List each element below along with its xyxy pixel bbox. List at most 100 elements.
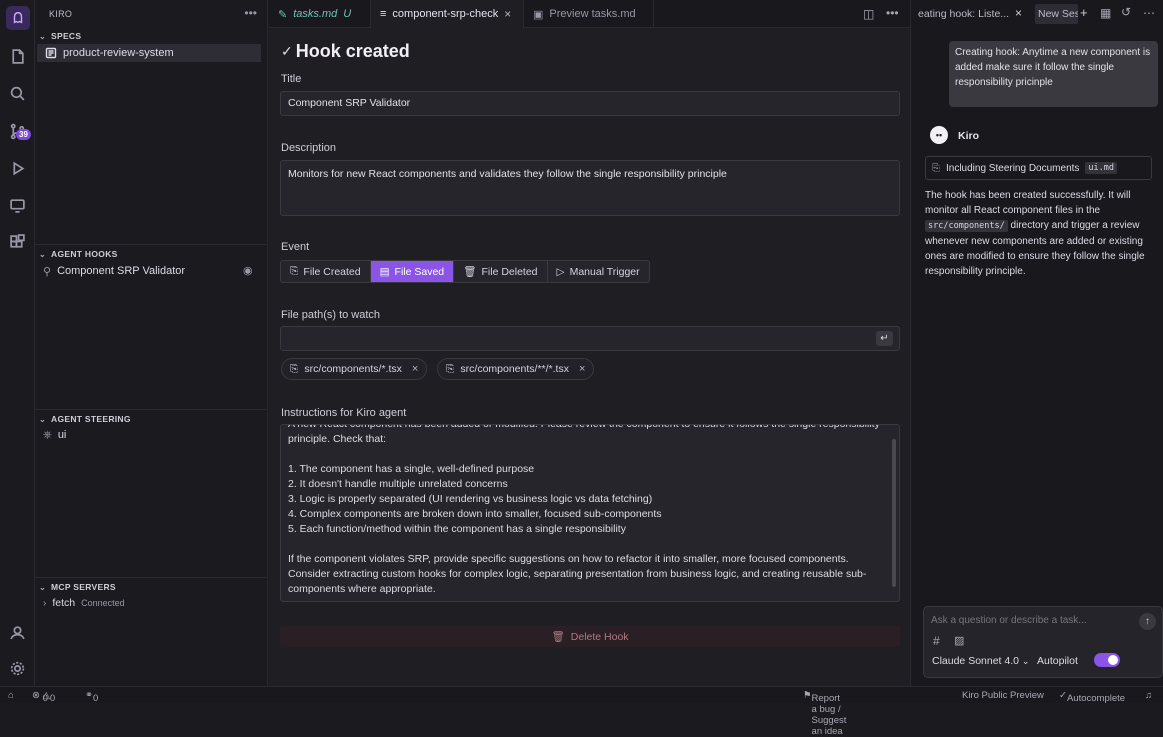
error-count: 0 bbox=[42, 693, 48, 704]
file-watch-icon: ⎘ bbox=[446, 362, 455, 375]
chat-input[interactable]: Ask a question or describe a task... bbox=[931, 615, 1087, 626]
sidebar-item-mcp-fetch[interactable]: › fetch Connected bbox=[43, 594, 125, 612]
autocomplete-indicator[interactable]: ✓ Autocomplete bbox=[1059, 690, 1125, 704]
errors-indicator[interactable]: ⊗ 0 △ 0 bbox=[32, 690, 55, 704]
model-name: Claude Sonnet 4.0 bbox=[932, 655, 1019, 667]
path-input[interactable] bbox=[280, 326, 900, 351]
steering-documents-pill[interactable]: ⎘ Including Steering Documents ui.md bbox=[925, 156, 1152, 180]
extensions-icon[interactable] bbox=[0, 228, 35, 256]
search-icon[interactable] bbox=[0, 79, 35, 107]
eye-icon[interactable]: ◉ bbox=[243, 264, 253, 277]
sidebar-item-hook[interactable]: ⚲ Component SRP Validator bbox=[43, 262, 185, 280]
instructions-line: 1. The component has a single, well-defi… bbox=[288, 463, 535, 475]
report-bug-link[interactable]: ⚑ Report a bug / Suggest an idea bbox=[803, 690, 846, 737]
settings-gear-icon[interactable] bbox=[0, 654, 35, 682]
hash-context-icon[interactable]: # bbox=[933, 634, 940, 648]
agent-name: Kiro bbox=[958, 130, 979, 142]
agent-reply: The hook has been created successfully. … bbox=[925, 188, 1157, 279]
file-deleted-button[interactable]: 🗑 File Deleted bbox=[454, 261, 548, 282]
reply-code: src/components/ bbox=[925, 220, 1008, 232]
mcp-server-status: Connected bbox=[81, 598, 125, 608]
hook-file-icon: ≡ bbox=[380, 8, 387, 20]
preview-icon: ▣ bbox=[533, 8, 544, 21]
hook-icon: ⚲ bbox=[43, 265, 52, 278]
explorer-icon[interactable] bbox=[0, 42, 35, 70]
manual-trigger-button[interactable]: ▷ Manual Trigger bbox=[548, 261, 649, 282]
page-title: ✓ Hook created bbox=[281, 41, 410, 62]
enter-key-icon[interactable]: ↵ bbox=[876, 331, 893, 346]
activity-bar: 39 bbox=[0, 0, 35, 686]
split-editor-icon[interactable]: ◫ bbox=[863, 7, 874, 21]
tab-component-srp-check[interactable]: ≡ component-srp-check × bbox=[371, 0, 524, 28]
event-label-text: File Created bbox=[303, 265, 361, 278]
mcp-servers-section-header[interactable]: ⌄ MCP SERVERS bbox=[39, 582, 116, 592]
trash-icon: 🗑 bbox=[463, 266, 477, 278]
status-bar: ⌂ ⊗ 0 △ 0 ⚭ 0 ⚑ Report a bug / Suggest a… bbox=[0, 686, 1163, 737]
tab-tasks-md[interactable]: ✎ tasks.md U bbox=[269, 0, 371, 28]
sidebar-item-label: ui bbox=[57, 429, 67, 441]
more-actions-icon[interactable]: ••• bbox=[886, 6, 899, 20]
kiro-logo-icon[interactable] bbox=[0, 4, 35, 32]
run-debug-icon[interactable] bbox=[0, 154, 35, 182]
file-saved-button[interactable]: ▤ File Saved bbox=[370, 261, 455, 282]
tab-label: Preview tasks.md bbox=[549, 8, 636, 20]
specs-section-header[interactable]: ⌄ SPECS bbox=[39, 31, 81, 41]
chevron-down-icon: ⌄ bbox=[39, 31, 47, 41]
agent-steering-section-header[interactable]: ⌄ AGENT STEERING bbox=[39, 414, 131, 424]
model-selector[interactable]: Claude Sonnet 4.0 ⌄ bbox=[932, 655, 1029, 667]
remove-path-icon[interactable]: × bbox=[412, 363, 418, 375]
steering-doc-icon: ⎘ bbox=[932, 162, 940, 174]
delete-hook-button[interactable]: 🗑 Delete Hook bbox=[280, 626, 900, 647]
remove-path-icon[interactable]: × bbox=[579, 363, 585, 375]
chat-panel: eating hook: Liste... × + New Ses ▦ ↺ ⋯ … bbox=[910, 0, 1163, 686]
close-icon[interactable]: × bbox=[1015, 6, 1022, 20]
instructions-line: A new React component has been added or … bbox=[288, 424, 880, 430]
notifications-bell-icon[interactable]: ♫ bbox=[1145, 690, 1152, 701]
instructions-textarea[interactable]: A new React component has been added or … bbox=[280, 424, 900, 602]
account-icon[interactable] bbox=[0, 618, 35, 646]
close-icon[interactable]: × bbox=[504, 7, 511, 21]
title-input[interactable]: Component SRP Validator bbox=[280, 91, 900, 116]
autopilot-toggle[interactable] bbox=[1094, 653, 1120, 667]
more-actions-icon[interactable]: ⋯ bbox=[1143, 6, 1155, 20]
sidebar-item-steering[interactable]: ⎈ ui bbox=[43, 426, 66, 444]
sidebar-item-spec[interactable]: product-review-system bbox=[37, 44, 261, 62]
chevron-down-icon: ⌄ bbox=[39, 582, 47, 592]
remote-indicator-icon[interactable]: ⌂ bbox=[8, 690, 14, 701]
calendar-icon[interactable]: ▦ bbox=[1100, 6, 1111, 20]
reply-text: The hook has been created successfully. … bbox=[925, 190, 1131, 216]
event-label-text: Manual Trigger bbox=[569, 265, 640, 278]
save-icon: ▤ bbox=[379, 265, 390, 278]
instructions-line bbox=[288, 447, 892, 462]
instructions-line: principle. Check that: bbox=[288, 433, 387, 445]
tab-label: component-srp-check bbox=[392, 8, 499, 20]
specs-header-label: SPECS bbox=[51, 31, 82, 41]
scrollbar[interactable] bbox=[892, 439, 896, 587]
path-chip-label: src/components/**/*.tsx bbox=[460, 363, 569, 375]
event-label-text: File Saved bbox=[394, 265, 445, 278]
instructions-line: Consider extracting custom hooks for com… bbox=[288, 568, 867, 580]
description-label: Description bbox=[281, 142, 337, 154]
more-actions-icon[interactable]: ••• bbox=[244, 6, 257, 20]
tab-preview-tasks[interactable]: ▣ Preview tasks.md bbox=[524, 0, 654, 28]
chevron-down-icon: ⌄ bbox=[1021, 656, 1030, 666]
agent-hooks-section-header[interactable]: ⌄ AGENT HOOKS bbox=[39, 249, 118, 259]
file-created-button[interactable]: ⎘ File Created bbox=[281, 261, 371, 282]
sidebar-title: KIRO bbox=[49, 9, 73, 19]
send-arrow-icon[interactable]: ↑ bbox=[1139, 613, 1156, 630]
description-textarea[interactable]: Monitors for new React components and va… bbox=[280, 160, 900, 216]
path-chip-label: src/components/*.tsx bbox=[304, 363, 402, 375]
chevron-down-icon: ⌄ bbox=[39, 249, 47, 259]
ports-indicator[interactable]: ⚭ 0 bbox=[85, 690, 98, 704]
chevron-down-icon: ⌄ bbox=[39, 414, 47, 424]
chat-session-tab[interactable]: eating hook: Liste... bbox=[918, 0, 1030, 28]
instructions-line: 3. Logic is properly separated (UI rende… bbox=[288, 493, 653, 505]
new-session-tab[interactable]: New Ses bbox=[1035, 4, 1078, 24]
event-label: Event bbox=[281, 241, 310, 253]
delete-hook-label: Delete Hook bbox=[570, 630, 629, 643]
remote-explorer-icon[interactable] bbox=[0, 191, 35, 219]
add-icon[interactable]: + bbox=[1080, 5, 1088, 20]
history-icon[interactable]: ↺ bbox=[1121, 5, 1131, 19]
autopilot-label: Autopilot bbox=[1037, 655, 1078, 667]
image-attach-icon[interactable]: ▨ bbox=[954, 634, 964, 647]
